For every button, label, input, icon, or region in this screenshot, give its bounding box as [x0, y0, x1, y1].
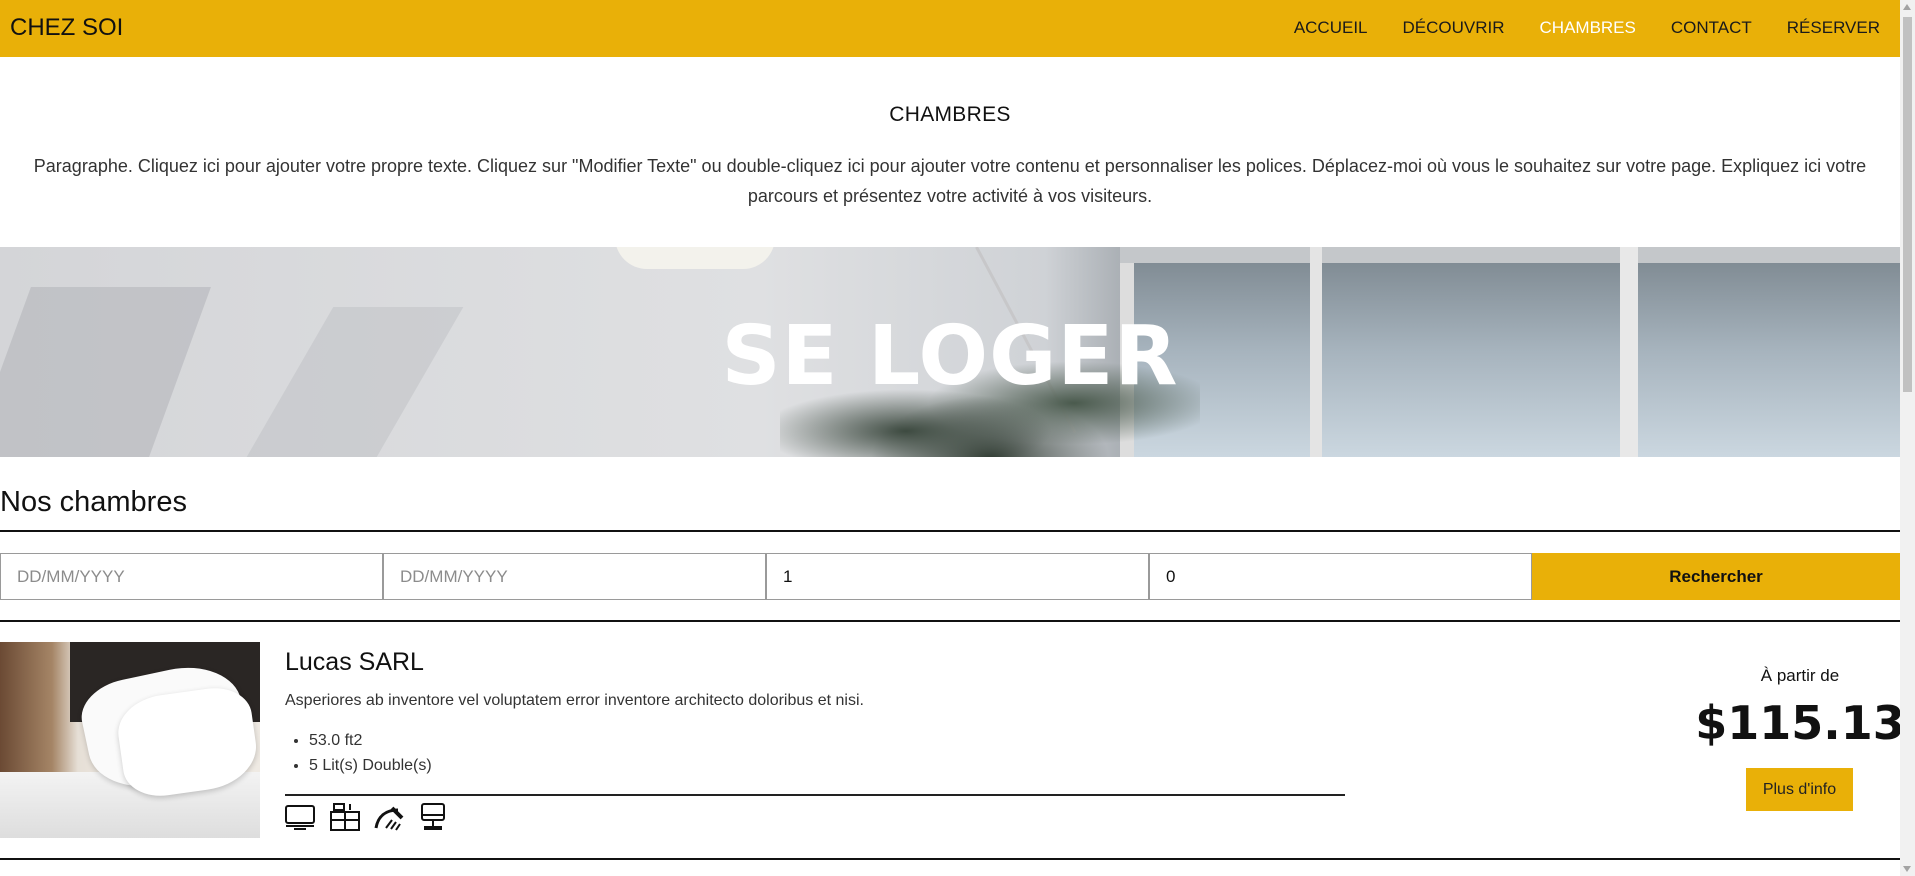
nav-reserver[interactable]: RÉSERVER — [1787, 18, 1880, 38]
tv-icon — [285, 805, 315, 830]
shower-icon — [374, 806, 404, 831]
price-label: À partir de — [1760, 666, 1840, 685]
nav-decouvrir[interactable]: DÉCOUVRIR — [1403, 18, 1505, 38]
checkout-date-input[interactable] — [383, 553, 766, 600]
divider — [0, 620, 1900, 622]
section-title: Nos chambres — [0, 486, 187, 518]
scroll-up-arrow-icon[interactable] — [1903, 4, 1911, 10]
checkin-date-input[interactable] — [0, 553, 383, 600]
intro-paragraph: Paragraphe. Cliquez ici pour ajouter vot… — [33, 156, 1867, 206]
room-card: Lucas SARL Asperiores ab inventore vel v… — [0, 642, 1900, 838]
price-value: $115.13 — [1695, 696, 1900, 750]
room-divider — [285, 794, 1345, 796]
room-feature-area: 53.0 ft2 — [309, 728, 432, 753]
search-button[interactable]: Rechercher — [1532, 553, 1900, 600]
hero-window-frame — [1120, 247, 1900, 263]
divider — [0, 858, 1900, 860]
desktop-computer-icon — [421, 803, 445, 830]
room-name[interactable]: Lucas SARL — [285, 648, 424, 677]
room-features-list: 53.0 ft2 5 Lit(s) Double(s) — [309, 728, 432, 778]
more-info-button[interactable]: Plus d'info — [1746, 768, 1853, 811]
scrollbar-thumb[interactable] — [1903, 17, 1912, 392]
brand-logo[interactable]: CHEZ SOI — [10, 14, 123, 42]
room-photo[interactable] — [0, 642, 260, 838]
site-header: CHEZ SOI ACCUEIL DÉCOUVRIR CHAMBRES CONT… — [0, 0, 1900, 57]
nav-contact[interactable]: CONTACT — [1671, 18, 1752, 38]
main-nav: ACCUEIL DÉCOUVRIR CHAMBRES CONTACT RÉSER… — [1259, 18, 1900, 38]
nav-chambres[interactable]: CHAMBRES — [1540, 18, 1636, 38]
room-description: Asperiores ab inventore vel voluptatem e… — [285, 692, 864, 709]
page-title: CHAMBRES — [889, 103, 1011, 126]
hero-title: SE LOGER — [721, 309, 1179, 404]
vertical-scrollbar[interactable] — [1900, 0, 1915, 876]
scroll-down-arrow-icon[interactable] — [1903, 866, 1911, 872]
kitchen-icon — [330, 803, 360, 831]
nav-accueil[interactable]: ACCUEIL — [1294, 18, 1368, 38]
children-input[interactable] — [1149, 553, 1532, 600]
room-feature-beds: 5 Lit(s) Double(s) — [309, 753, 432, 778]
booking-search-bar: Rechercher — [0, 553, 1900, 600]
hero-lamp — [615, 247, 775, 269]
page: CHEZ SOI ACCUEIL DÉCOUVRIR CHAMBRES CONT… — [0, 0, 1900, 876]
price-block: À partir de $115.13 — [1660, 666, 1900, 750]
adults-input[interactable] — [766, 553, 1149, 600]
divider — [0, 530, 1900, 532]
amenities-row — [284, 802, 460, 832]
hero-banner: SE LOGER — [0, 247, 1900, 457]
